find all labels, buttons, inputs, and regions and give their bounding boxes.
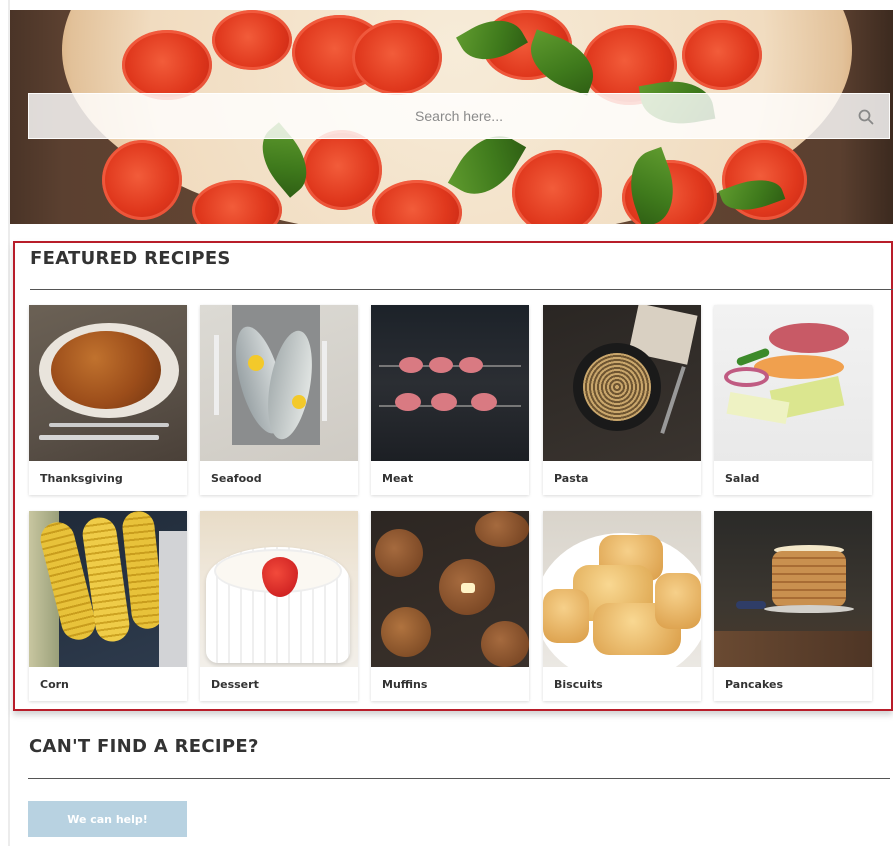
seafood-image (200, 305, 358, 461)
we-can-help-button[interactable]: We can help! (28, 801, 187, 837)
recipe-card-label: Meat (382, 472, 414, 485)
corn-image (29, 511, 187, 667)
pasta-image (543, 305, 701, 461)
salad-image (714, 305, 872, 461)
divider (30, 289, 893, 290)
section-title: FEATURED RECIPES (30, 248, 231, 269)
recipe-card-meat[interactable]: Meat (371, 305, 529, 495)
recipe-card-salad[interactable]: Salad (714, 305, 872, 495)
recipe-card-muffins[interactable]: Muffins (371, 511, 529, 701)
recipe-card-label: Pasta (554, 472, 589, 485)
hero-banner (10, 10, 893, 224)
recipe-card-label: Thanksgiving (40, 472, 123, 485)
dessert-image (200, 511, 358, 667)
muffins-image (371, 511, 529, 667)
pancakes-image (714, 511, 872, 667)
biscuits-image (543, 511, 701, 667)
recipe-card-label: Biscuits (554, 678, 603, 691)
search-bar (28, 93, 890, 139)
featured-recipes-section: FEATURED RECIPES Thanksgiving Seafood Me… (13, 241, 893, 711)
recipe-card-corn[interactable]: Corn (29, 511, 187, 701)
recipe-card-biscuits[interactable]: Biscuits (543, 511, 701, 701)
search-icon[interactable] (857, 108, 875, 126)
recipe-card-label: Dessert (211, 678, 259, 691)
meat-image (371, 305, 529, 461)
recipe-card-seafood[interactable]: Seafood (200, 305, 358, 495)
thanksgiving-image (29, 305, 187, 461)
recipe-card-label: Seafood (211, 472, 262, 485)
search-input[interactable] (29, 94, 889, 138)
recipe-card-pasta[interactable]: Pasta (543, 305, 701, 495)
recipe-card-dessert[interactable]: Dessert (200, 511, 358, 701)
recipe-card-label: Muffins (382, 678, 428, 691)
recipe-card-thanksgiving[interactable]: Thanksgiving (29, 305, 187, 495)
recipe-card-label: Salad (725, 472, 760, 485)
recipe-card-pancakes[interactable]: Pancakes (714, 511, 872, 701)
divider (28, 778, 890, 779)
cant-find-title: CAN'T FIND A RECIPE? (29, 736, 259, 757)
recipe-card-label: Corn (40, 678, 69, 691)
recipe-card-label: Pancakes (725, 678, 783, 691)
